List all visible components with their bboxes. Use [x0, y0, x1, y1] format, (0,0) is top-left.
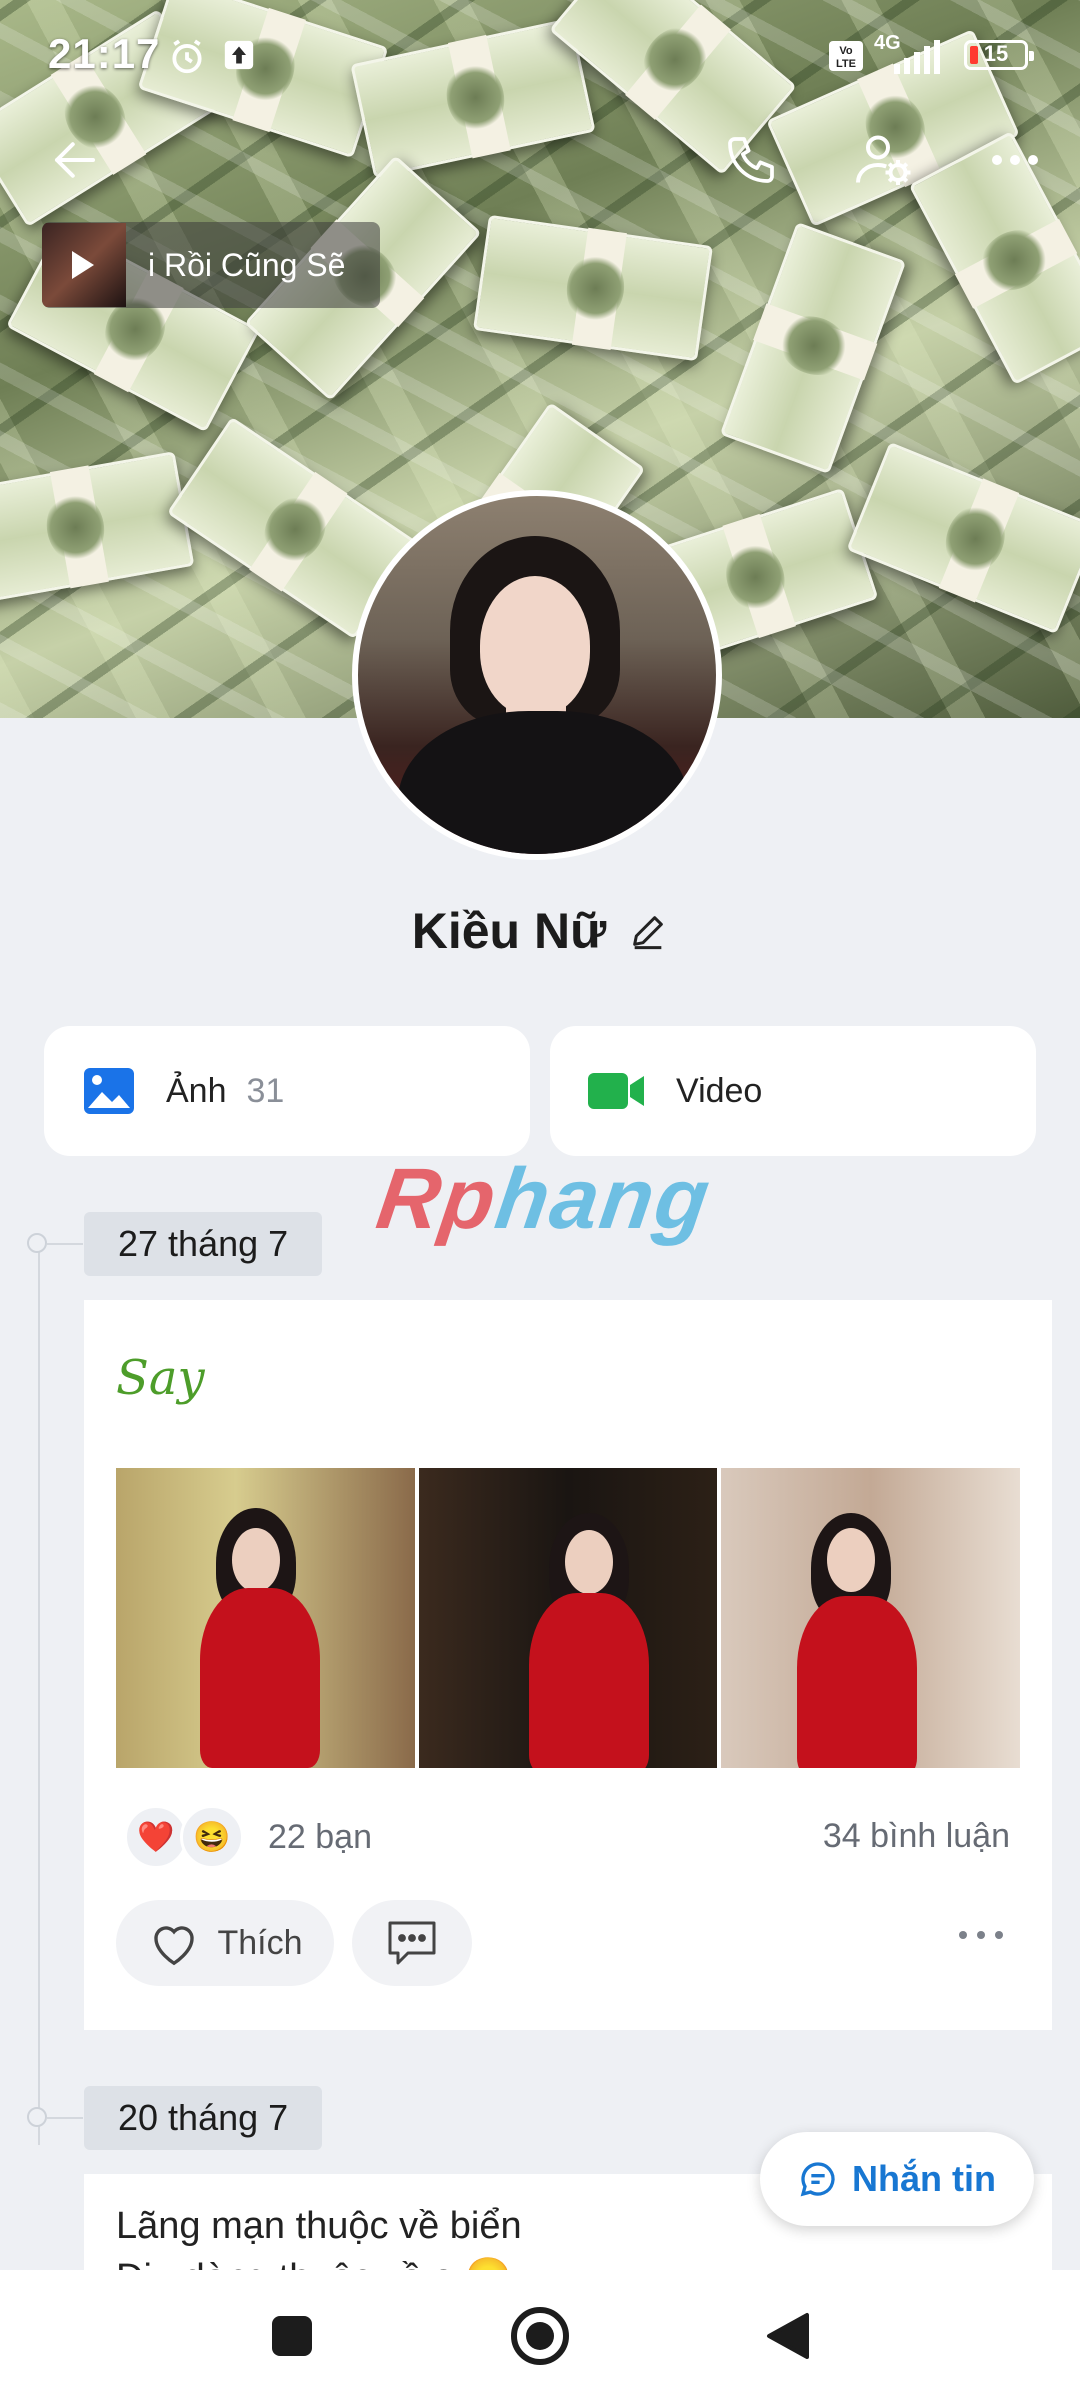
profile-avatar[interactable]	[352, 490, 722, 860]
watermark-part2: hang	[489, 1151, 717, 1247]
heart-reaction-icon: ❤️	[124, 1805, 188, 1869]
profile-settings-button[interactable]	[848, 125, 918, 195]
battery-icon: 15	[964, 40, 1034, 70]
status-bar: 21:17 Vo LTE 4G 15	[0, 0, 1080, 110]
svg-text:Vo: Vo	[839, 45, 853, 57]
timeline-line	[38, 1245, 40, 2145]
timeline-connector	[47, 2117, 83, 2119]
timeline-dot	[27, 2107, 47, 2127]
photos-tab[interactable]: Ảnh 31	[44, 1026, 530, 1156]
home-circle-icon	[511, 2307, 569, 2365]
arrow-left-icon	[54, 142, 96, 178]
message-button[interactable]: Nhắn tin	[760, 2132, 1034, 2226]
play-icon	[72, 251, 94, 279]
profile-name-row: Kiều Nữ	[0, 902, 1080, 960]
timeline-post[interactable]: Say ❤️ 😆 22 bạn 34 bình luận Thích	[84, 1300, 1052, 2030]
back-nav-button[interactable]	[750, 2298, 826, 2374]
home-button[interactable]	[502, 2298, 578, 2374]
video-camera-icon	[588, 1073, 644, 1109]
timeline-date: 27 tháng 7	[84, 1212, 323, 1276]
message-label: Nhắn tin	[852, 2158, 996, 2199]
heart-outline-icon	[154, 1926, 195, 1966]
image-icon	[84, 1068, 134, 1114]
watermark-part1: Rp	[371, 1151, 504, 1247]
post-photo-grid	[116, 1468, 1021, 1768]
music-thumbnail	[42, 223, 126, 307]
post-caption: Say	[116, 1350, 205, 1406]
user-settings-icon	[856, 135, 911, 185]
volte-icon: VoLTE	[829, 41, 863, 71]
comment-count[interactable]: 34 bình luận	[823, 1817, 1010, 1856]
square-icon	[272, 2316, 312, 2356]
more-horizontal-icon	[992, 155, 1038, 165]
videos-tab[interactable]: Video	[550, 1026, 1036, 1156]
battery-level: 15	[983, 41, 1009, 66]
profile-music-chip[interactable]: i Rồi Cũng Sẽ	[42, 222, 380, 308]
chat-bubble-icon	[800, 2162, 835, 2197]
videos-label: Video	[676, 1071, 763, 1110]
post-reactions[interactable]: ❤️ 😆 22 bạn	[124, 1805, 372, 1869]
timeline-connector	[47, 1243, 83, 1245]
recent-apps-button[interactable]	[254, 2298, 330, 2374]
comment-button[interactable]	[352, 1900, 472, 1986]
post-text-line: Lãng mạn thuộc về biển	[116, 2205, 522, 2247]
more-button[interactable]	[980, 125, 1050, 195]
photos-label: Ảnh	[166, 1071, 227, 1110]
timeline-dot	[27, 1233, 47, 1253]
timeline-date: 20 tháng 7	[84, 2086, 323, 2150]
back-button[interactable]	[40, 125, 110, 195]
comment-icon	[388, 1921, 436, 1965]
profile-name: Kiều Nữ	[411, 903, 607, 959]
triangle-back-icon	[767, 2313, 809, 2359]
signal-icon	[894, 40, 940, 74]
system-nav-bar	[0, 2270, 1080, 2400]
post-photo[interactable]	[116, 1468, 415, 1768]
watermark-logo: Rphang	[371, 1150, 717, 1249]
post-more-icon[interactable]	[956, 1928, 1006, 1942]
pencil-icon[interactable]	[628, 911, 668, 951]
reaction-count: 22 bạn	[268, 1817, 372, 1856]
music-title: i Rồi Cũng Sẽ	[148, 246, 346, 283]
svg-text:LTE: LTE	[836, 58, 856, 70]
post-photo[interactable]	[418, 1468, 718, 1768]
photos-count: 31	[246, 1071, 285, 1110]
status-time: 21:17	[48, 30, 161, 77]
like-label: Thích	[217, 1923, 303, 1962]
phone-icon	[728, 137, 774, 183]
upload-icon	[224, 40, 254, 70]
alarm-icon	[172, 39, 202, 74]
post-photo[interactable]	[721, 1468, 1021, 1768]
call-button[interactable]	[716, 125, 786, 195]
like-button[interactable]: Thích	[116, 1900, 334, 1986]
laugh-reaction-icon: 😆	[180, 1805, 244, 1869]
